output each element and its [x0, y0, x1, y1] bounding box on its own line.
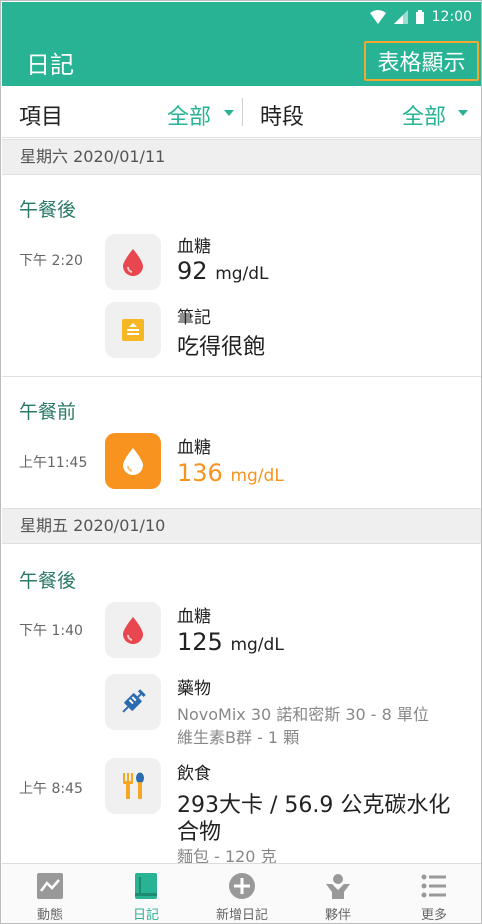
nav-label: 動態: [36, 908, 63, 923]
blood-glucose-entry-icon[interactable]: [105, 234, 161, 290]
entry-time: 下午 2:20: [19, 253, 83, 269]
filter-bar: 項目 全部 時段 全部: [2, 86, 481, 138]
period-filter-label: 時段: [260, 105, 305, 130]
meal-entry-icon[interactable]: [105, 758, 161, 814]
note-text: 吃得很飽: [177, 335, 266, 360]
partner-icon: [326, 874, 350, 899]
item-filter-dropdown[interactable]: 全部: [167, 99, 211, 131]
date-header: 星期五 2020/01/10: [2, 508, 481, 544]
section-title: 午餐後: [19, 570, 77, 592]
nav-partner[interactable]: 夥伴: [290, 864, 386, 923]
blood-glucose-entry-icon[interactable]: [105, 602, 161, 658]
date-header: 星期六 2020/01/11: [2, 139, 481, 175]
entry-title: 血糖: [177, 438, 211, 458]
status-time: 12:00: [431, 9, 472, 25]
nav-more[interactable]: 更多: [386, 864, 481, 923]
nav-label: 日記: [132, 908, 159, 923]
entry-title: 血糖: [177, 237, 211, 257]
meal-summary-cont: 合物: [177, 820, 222, 845]
nav-label: 夥伴: [324, 908, 351, 923]
diary-book-icon: [135, 873, 157, 899]
entry-title: 筆記: [177, 308, 211, 328]
status-bar: 12:00: [2, 2, 481, 35]
item-caret-down-icon: [224, 110, 234, 116]
bottom-navigation: 動態 日記 新增日記 夥伴 更多: [2, 863, 481, 923]
medication-entry-icon[interactable]: [105, 674, 161, 730]
wifi-icon: [369, 10, 386, 24]
period-caret-down-icon: [458, 110, 468, 116]
medication-line: NovoMix 30 諾和密斯 30 - 8 單位: [177, 705, 429, 724]
app-bar: 日記 表格顯示: [2, 35, 481, 86]
entry-title: 血糖: [177, 607, 211, 627]
fork-spoon-icon: [123, 772, 144, 799]
period-filter-dropdown[interactable]: 全部: [402, 99, 446, 131]
section-title: 午餐前: [19, 401, 77, 423]
entry-time: 上午11:45: [19, 455, 88, 471]
glucose-value: 125 mg/dL: [177, 628, 284, 656]
glucose-value: 136 mg/dL: [177, 459, 284, 487]
divider: [2, 376, 481, 377]
add-circle-icon: [229, 873, 255, 899]
glucose-value: 92 mg/dL: [177, 257, 269, 285]
entry-title: 飲食: [177, 764, 211, 784]
section-title: 午餐後: [19, 199, 77, 221]
entry-title: 藥物: [177, 679, 211, 699]
table-view-button[interactable]: 表格顯示: [364, 41, 479, 81]
entry-time: 下午 1:40: [19, 623, 83, 639]
item-filter-label: 項目: [19, 105, 64, 130]
activity-chart-icon: [37, 873, 63, 899]
note-icon: [122, 319, 144, 341]
blood-glucose-entry-icon[interactable]: [105, 433, 161, 489]
nav-add-diary[interactable]: 新增日記: [194, 864, 290, 923]
medication-line: 維生素B群 - 1 顆: [177, 728, 300, 747]
nav-activity[interactable]: 動態: [2, 864, 98, 923]
nav-diary[interactable]: 日記: [98, 864, 194, 923]
signal-icon: [393, 10, 408, 24]
blood-drop-icon: [123, 448, 143, 475]
list-more-icon: [421, 874, 446, 898]
nav-label: 更多: [420, 908, 447, 923]
note-entry-icon[interactable]: [105, 302, 161, 358]
page-title: 日記: [26, 51, 74, 79]
blood-drop-icon: [123, 249, 143, 276]
blood-drop-icon: [123, 617, 143, 644]
app-frame: 12:00 日記 表格顯示 項目 全部 時段 全部 星期六 2020/01/11…: [0, 0, 482, 924]
syringe-icon: [122, 689, 146, 713]
filter-divider: [242, 98, 243, 126]
entry-time: 上午 8:45: [19, 781, 83, 797]
nav-label: 新增日記: [215, 908, 268, 923]
battery-icon: [415, 10, 424, 24]
